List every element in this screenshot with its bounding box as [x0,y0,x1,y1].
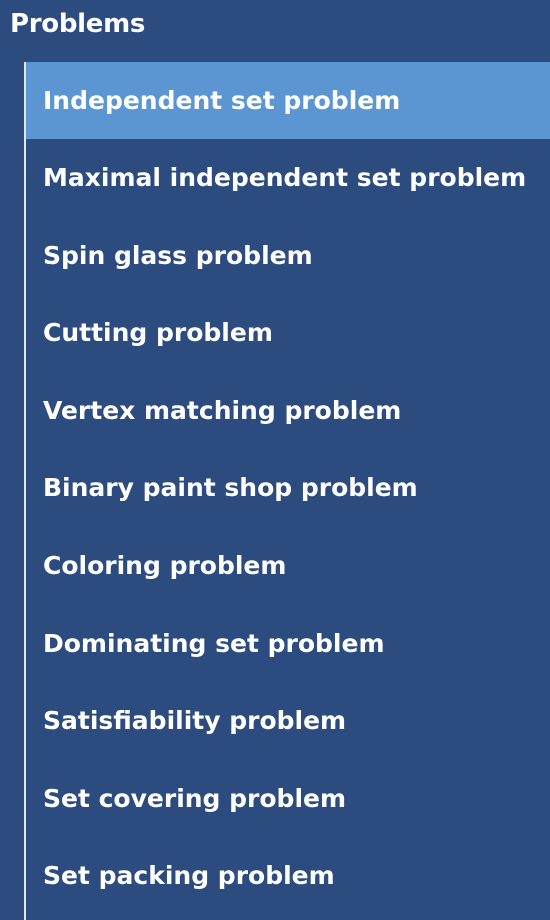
nav-item-satisfiability-problem[interactable]: Satisfiability problem [26,682,550,760]
nav-item-spin-glass-problem[interactable]: Spin glass problem [26,217,550,295]
nav-item-independent-set-problem[interactable]: Independent set problem [26,62,550,139]
nav-item-set-packing-problem[interactable]: Set packing problem [26,837,550,915]
nav-item-dominating-set-problem[interactable]: Dominating set problem [26,605,550,683]
nav-item-binary-paint-shop-problem[interactable]: Binary paint shop problem [26,449,550,527]
nav-item-coloring-problem[interactable]: Coloring problem [26,527,550,605]
nav-item-set-covering-problem[interactable]: Set covering problem [26,760,550,838]
problems-nav-list: Independent set problem Maximal independ… [24,62,550,920]
sidebar-section-title: Problems [10,9,146,39]
nav-item-maximal-independent-set-problem[interactable]: Maximal independent set problem [26,139,550,217]
nav-item-cutting-problem[interactable]: Cutting problem [26,294,550,372]
nav-item-vertex-matching-problem[interactable]: Vertex matching problem [26,372,550,450]
